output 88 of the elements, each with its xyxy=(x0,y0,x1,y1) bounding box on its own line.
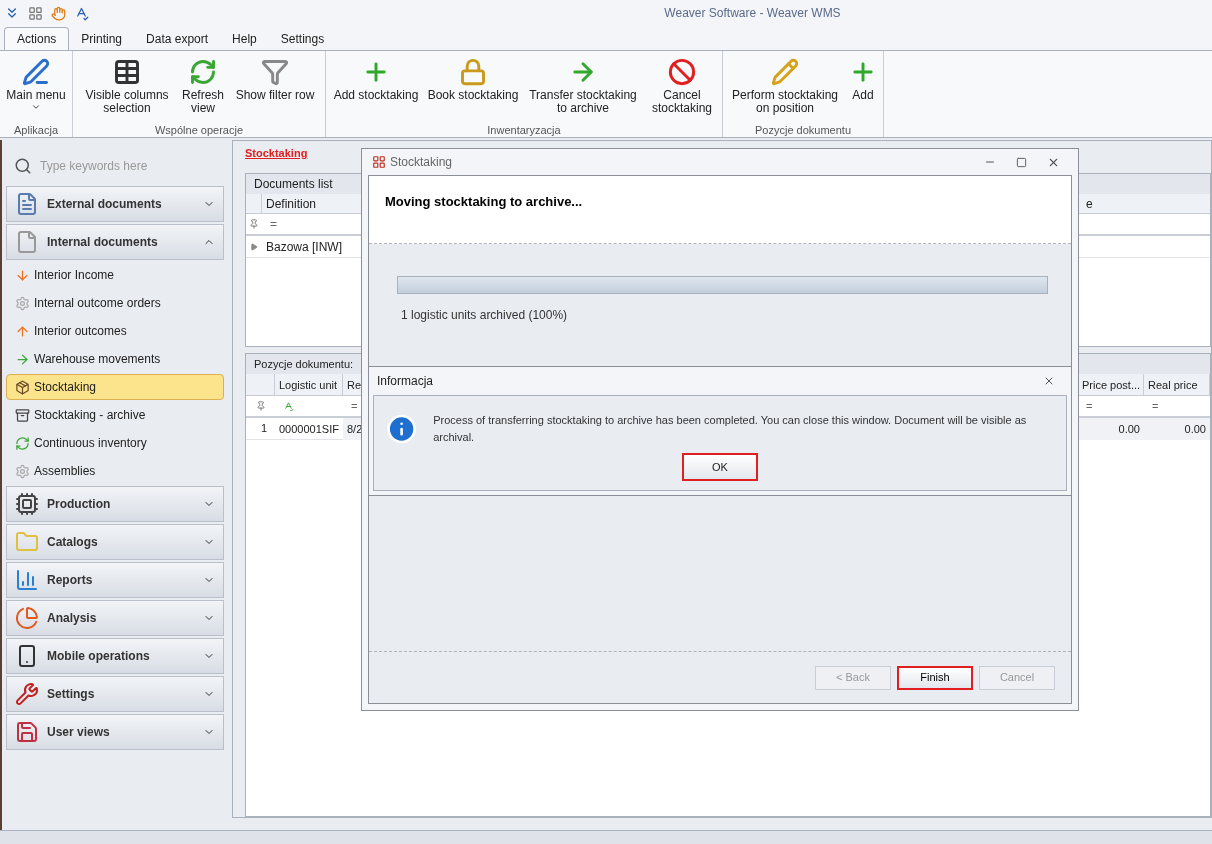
ribbon-tab[interactable]: Help xyxy=(220,27,269,50)
section-header[interactable]: Catalogs xyxy=(6,524,224,560)
spell-check-icon[interactable] xyxy=(74,5,89,21)
tools-icon xyxy=(15,682,39,706)
wizard-button[interactable]: Finish xyxy=(897,665,973,690)
sidebar-item[interactable]: Continuous inventory xyxy=(6,430,224,456)
close-icon[interactable] xyxy=(1043,375,1055,387)
section-header[interactable]: Settings xyxy=(6,676,224,712)
box-icon xyxy=(15,379,30,395)
sidebar-item[interactable]: Warehouse movements xyxy=(6,346,224,372)
sidebar-item[interactable]: Interior outcomes xyxy=(6,318,224,344)
maximize-icon[interactable] xyxy=(1016,156,1027,168)
sidebar-item[interactable]: Stocktaking xyxy=(6,374,224,400)
filter-cell[interactable]: = xyxy=(351,397,358,415)
dialog-title: Stocktaking xyxy=(390,154,454,171)
caret-icon xyxy=(31,102,41,112)
ribbon-tab[interactable]: Settings xyxy=(268,27,337,50)
ribbon-button[interactable]: Main menu xyxy=(4,55,68,122)
floppy-icon xyxy=(15,720,39,744)
ribbon-tab[interactable]: Actions xyxy=(4,27,70,50)
section-header[interactable]: Reports xyxy=(6,562,224,598)
filter-cell[interactable]: = xyxy=(1086,397,1093,415)
ribbon-button[interactable]: Add xyxy=(847,55,879,122)
info-title: Informacja xyxy=(377,373,435,390)
group-label: Wspólne operacje xyxy=(153,123,245,137)
table-cell: 0.00 xyxy=(1144,417,1210,440)
table-cell-text: Bazowa [INW] xyxy=(265,238,344,256)
ribbon-button[interactable]: Perform stocktaking on position xyxy=(727,55,843,122)
arrow-right-icon xyxy=(15,351,30,367)
filter-icon xyxy=(261,58,289,86)
group-label: Pozycje dokumentu xyxy=(754,123,852,137)
refresh-icon xyxy=(189,58,217,86)
filter-pin-icon xyxy=(249,219,259,229)
bar-chart-icon xyxy=(15,568,39,592)
filter-pin-icon xyxy=(255,401,266,411)
table-icon xyxy=(113,58,141,86)
lock-icon xyxy=(459,58,487,86)
section-header[interactable]: User views xyxy=(6,714,224,750)
table-cell-text: 0000001SIF xyxy=(278,421,340,437)
row-number: 1 xyxy=(259,421,268,437)
section-header[interactable]: Analysis xyxy=(6,600,224,636)
document-icon xyxy=(15,192,39,216)
pen-icon xyxy=(22,58,50,86)
section-header[interactable]: Mobile operations xyxy=(6,638,224,674)
sidebar-item[interactable]: Internal outcome orders xyxy=(6,290,224,316)
pencil-icon xyxy=(771,58,799,86)
ribbon-button[interactable]: Refresh view xyxy=(181,55,225,122)
group-label: Aplikacja xyxy=(13,123,59,137)
column-header[interactable]: Real price xyxy=(1144,374,1210,395)
section-header[interactable]: External documents xyxy=(6,186,224,222)
gear-icon xyxy=(15,295,30,311)
ribbon-button[interactable]: Visible columns selection xyxy=(77,55,177,122)
dialog-app-icon xyxy=(372,155,386,169)
filter-cell[interactable]: = xyxy=(262,215,285,233)
text-filter-icon xyxy=(283,400,294,412)
column-header[interactable]: e xyxy=(1082,194,1097,213)
ribbon-button[interactable]: Show filter row xyxy=(229,55,321,122)
ribbon-button[interactable]: Book stocktaking xyxy=(426,55,520,122)
ribbon-tab[interactable]: Printing xyxy=(69,27,135,50)
folder-icon xyxy=(15,530,39,554)
window-title: Weaver Software - Weaver WMS xyxy=(664,5,841,22)
section-header[interactable]: Production xyxy=(6,486,224,522)
gear-icon xyxy=(15,463,30,479)
ribbon-tab[interactable]: Data export xyxy=(134,27,221,50)
column-header[interactable]: Logistic unit xyxy=(275,374,343,395)
ok-button[interactable]: OK xyxy=(682,453,758,481)
progress-status: 1 logistic units archived (100%) xyxy=(401,308,568,322)
filter-cell[interactable]: = xyxy=(1152,397,1159,415)
sidebar-item[interactable]: Interior Income xyxy=(6,262,224,288)
info-icon xyxy=(386,412,418,445)
arrow-down-icon xyxy=(15,267,30,283)
blank-page-icon xyxy=(15,230,39,254)
group-label: Inwentaryzacja xyxy=(486,123,562,137)
layout-icon[interactable] xyxy=(28,5,43,21)
cancel-icon xyxy=(668,58,696,86)
refresh-icon xyxy=(15,435,30,451)
section-header[interactable]: Internal documents xyxy=(6,224,224,260)
sidebar-item[interactable]: Stocktaking - archive xyxy=(6,402,224,428)
ribbon-button[interactable]: Add stocktaking xyxy=(330,55,422,122)
dialog-heading: Moving stocktaking to archive... xyxy=(385,194,583,209)
ribbon-button[interactable]: Cancel stocktaking xyxy=(646,55,718,122)
search-icon xyxy=(14,157,32,175)
hand-icon[interactable] xyxy=(51,5,66,21)
ribbon-button[interactable]: Transfer stocktaking to archive xyxy=(524,55,642,122)
chart-icon xyxy=(15,606,39,630)
search-field[interactable]: Type keywords here xyxy=(40,157,210,175)
archive-icon xyxy=(15,407,30,423)
sidebar-item[interactable]: Assemblies xyxy=(6,458,224,484)
